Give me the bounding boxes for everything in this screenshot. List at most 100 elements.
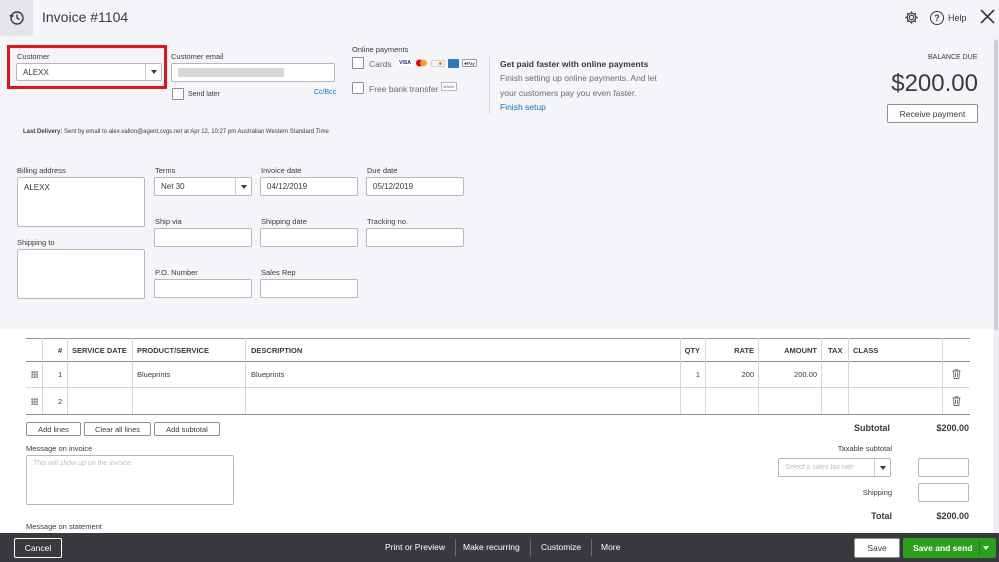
amount-cell[interactable]: 200.00 (770, 370, 817, 379)
chevron-down-icon[interactable] (874, 459, 890, 476)
sales-tax-select[interactable]: Select a sales tax rate (778, 458, 891, 477)
column-header-qty: QTY (684, 346, 700, 355)
page-title: Invoice #1104 (42, 9, 129, 25)
total-label: Total (871, 511, 892, 521)
discover-icon (431, 60, 445, 67)
row-number: 2 (58, 397, 63, 406)
rate-cell[interactable]: 200 (720, 370, 754, 379)
send-later-checkbox[interactable] (172, 88, 184, 100)
bank-transfer-checkbox[interactable] (352, 82, 364, 94)
finish-setup-link[interactable]: Finish setup (500, 102, 546, 112)
subtotal-value: $200.00 (936, 423, 969, 433)
close-icon[interactable] (980, 9, 995, 24)
help-button[interactable]: ? Help (930, 10, 967, 25)
promo-text-line-2: your customers pay you even faster. (500, 88, 637, 98)
chevron-down-icon[interactable] (235, 178, 251, 195)
print-preview-link[interactable]: Print or Preview (385, 542, 445, 552)
column-header-amount: AMOUNT (784, 346, 817, 355)
invoice-date-field[interactable]: 04/12/2019 (260, 177, 358, 196)
customer-email-label: Customer email (171, 52, 224, 61)
column-header-service-date: SERVICE DATE (72, 346, 127, 355)
settings-gear-icon[interactable] (904, 10, 919, 25)
message-on-invoice-label: Message on invoice (26, 444, 93, 453)
delete-row-icon[interactable] (952, 369, 961, 379)
po-number-field[interactable] (154, 279, 252, 298)
save-button[interactable]: Save (854, 538, 900, 558)
description-cell[interactable]: Blueprints (251, 370, 284, 379)
column-header-num: # (58, 346, 63, 355)
scrollbar[interactable] (993, 36, 999, 533)
product-cell[interactable]: Blueprints (137, 370, 170, 379)
column-header-tax: TAX (828, 346, 843, 355)
save-and-send-button[interactable]: Save and send (903, 538, 996, 558)
scrollbar-thumb[interactable] (994, 40, 998, 330)
shipping-date-field[interactable] (260, 228, 358, 247)
cancel-button[interactable]: Cancel (14, 538, 62, 558)
chevron-down-icon[interactable] (983, 546, 989, 550)
qty-cell[interactable]: 1 (670, 370, 700, 379)
customer-highlight-box (7, 45, 167, 89)
tax-amount-field[interactable] (918, 458, 969, 477)
ship-via-label: Ship via (155, 217, 182, 226)
tracking-no-label: Tracking no. (367, 217, 408, 226)
receive-payment-button[interactable]: Receive payment (887, 104, 978, 123)
message-on-invoice-field[interactable]: This will show up on the invoice. (26, 455, 234, 505)
column-header-class: CLASS (853, 346, 879, 355)
drag-handle-icon[interactable] (31, 371, 38, 378)
column-header-description: DESCRIPTION (251, 346, 303, 355)
bank-icon: BANK (441, 82, 457, 91)
promo-title: Get paid faster with online payments (500, 59, 649, 69)
make-recurring-link[interactable]: Make recurring (463, 542, 520, 552)
recent-transactions-icon[interactable] (0, 0, 33, 36)
add-lines-button[interactable]: Add lines (26, 422, 81, 436)
shipping-to-field[interactable] (17, 249, 145, 299)
footer-bar: Cancel Print or Preview Make recurring C… (0, 533, 999, 562)
add-subtotal-button[interactable]: Add subtotal (154, 422, 220, 436)
clear-all-lines-button[interactable]: Clear all lines (84, 422, 151, 436)
sales-rep-label: Sales Rep (261, 268, 296, 277)
due-date-label: Due date (367, 166, 398, 175)
shipping-amount-field[interactable] (918, 483, 969, 502)
terms-label: Terms (155, 166, 176, 175)
po-number-label: P.O. Number (155, 268, 198, 277)
column-header-rate: RATE (734, 346, 754, 355)
subtotal-label: Subtotal (854, 423, 890, 433)
customer-email-field[interactable] (171, 63, 335, 82)
last-delivery-text: Sent by email to alex.vallon@agent.cvgs.… (64, 129, 329, 135)
promo-divider (489, 57, 490, 114)
terms-select[interactable]: Net 30 (154, 177, 252, 196)
cards-label: Cards (369, 59, 392, 69)
due-date-value: 05/12/2019 (373, 182, 414, 191)
due-date-field[interactable]: 05/12/2019 (366, 177, 464, 196)
visa-icon: VISA (398, 59, 412, 66)
shipping-label: Shipping (862, 488, 892, 497)
total-value: $200.00 (936, 511, 969, 521)
drag-handle-icon[interactable] (31, 398, 38, 405)
customize-link[interactable]: Customize (541, 542, 581, 552)
bank-transfer-label: Free bank transfer (369, 84, 439, 94)
invoice-date-label: Invoice date (261, 166, 302, 175)
shipping-date-label: Shipping date (261, 217, 307, 226)
promo-text-line-1: Finish setting up online payments. And l… (500, 73, 657, 83)
last-delivery-label: Last Delivery: (23, 129, 63, 135)
shipping-to-label: Shipping to (17, 238, 55, 247)
message-on-statement-label: Message on statement (26, 522, 102, 531)
more-link[interactable]: More (601, 542, 620, 552)
amex-icon (448, 59, 459, 68)
balance-due-label: BALANCE DUE (928, 54, 978, 61)
billing-address-field[interactable]: ALEXX (17, 177, 145, 227)
delete-row-icon[interactable] (952, 396, 961, 406)
tracking-no-field[interactable] (366, 228, 464, 247)
cc-bcc-link[interactable]: Cc/Bcc (314, 89, 336, 96)
row-number: 1 (58, 370, 63, 379)
sales-rep-field[interactable] (260, 279, 358, 298)
message-placeholder: This will show up on the invoice. (33, 460, 133, 467)
invoice-date-value: 04/12/2019 (267, 182, 308, 191)
send-later-label: Send later (188, 91, 220, 98)
cards-checkbox[interactable] (352, 57, 364, 69)
invoice-header: Invoice #1104 ? Help (0, 0, 999, 36)
sales-tax-placeholder: Select a sales tax rate (785, 464, 854, 471)
ship-via-field[interactable] (154, 228, 252, 247)
apple-pay-icon: ●Pay (462, 59, 477, 67)
billing-address-value: ALEXX (24, 183, 50, 192)
